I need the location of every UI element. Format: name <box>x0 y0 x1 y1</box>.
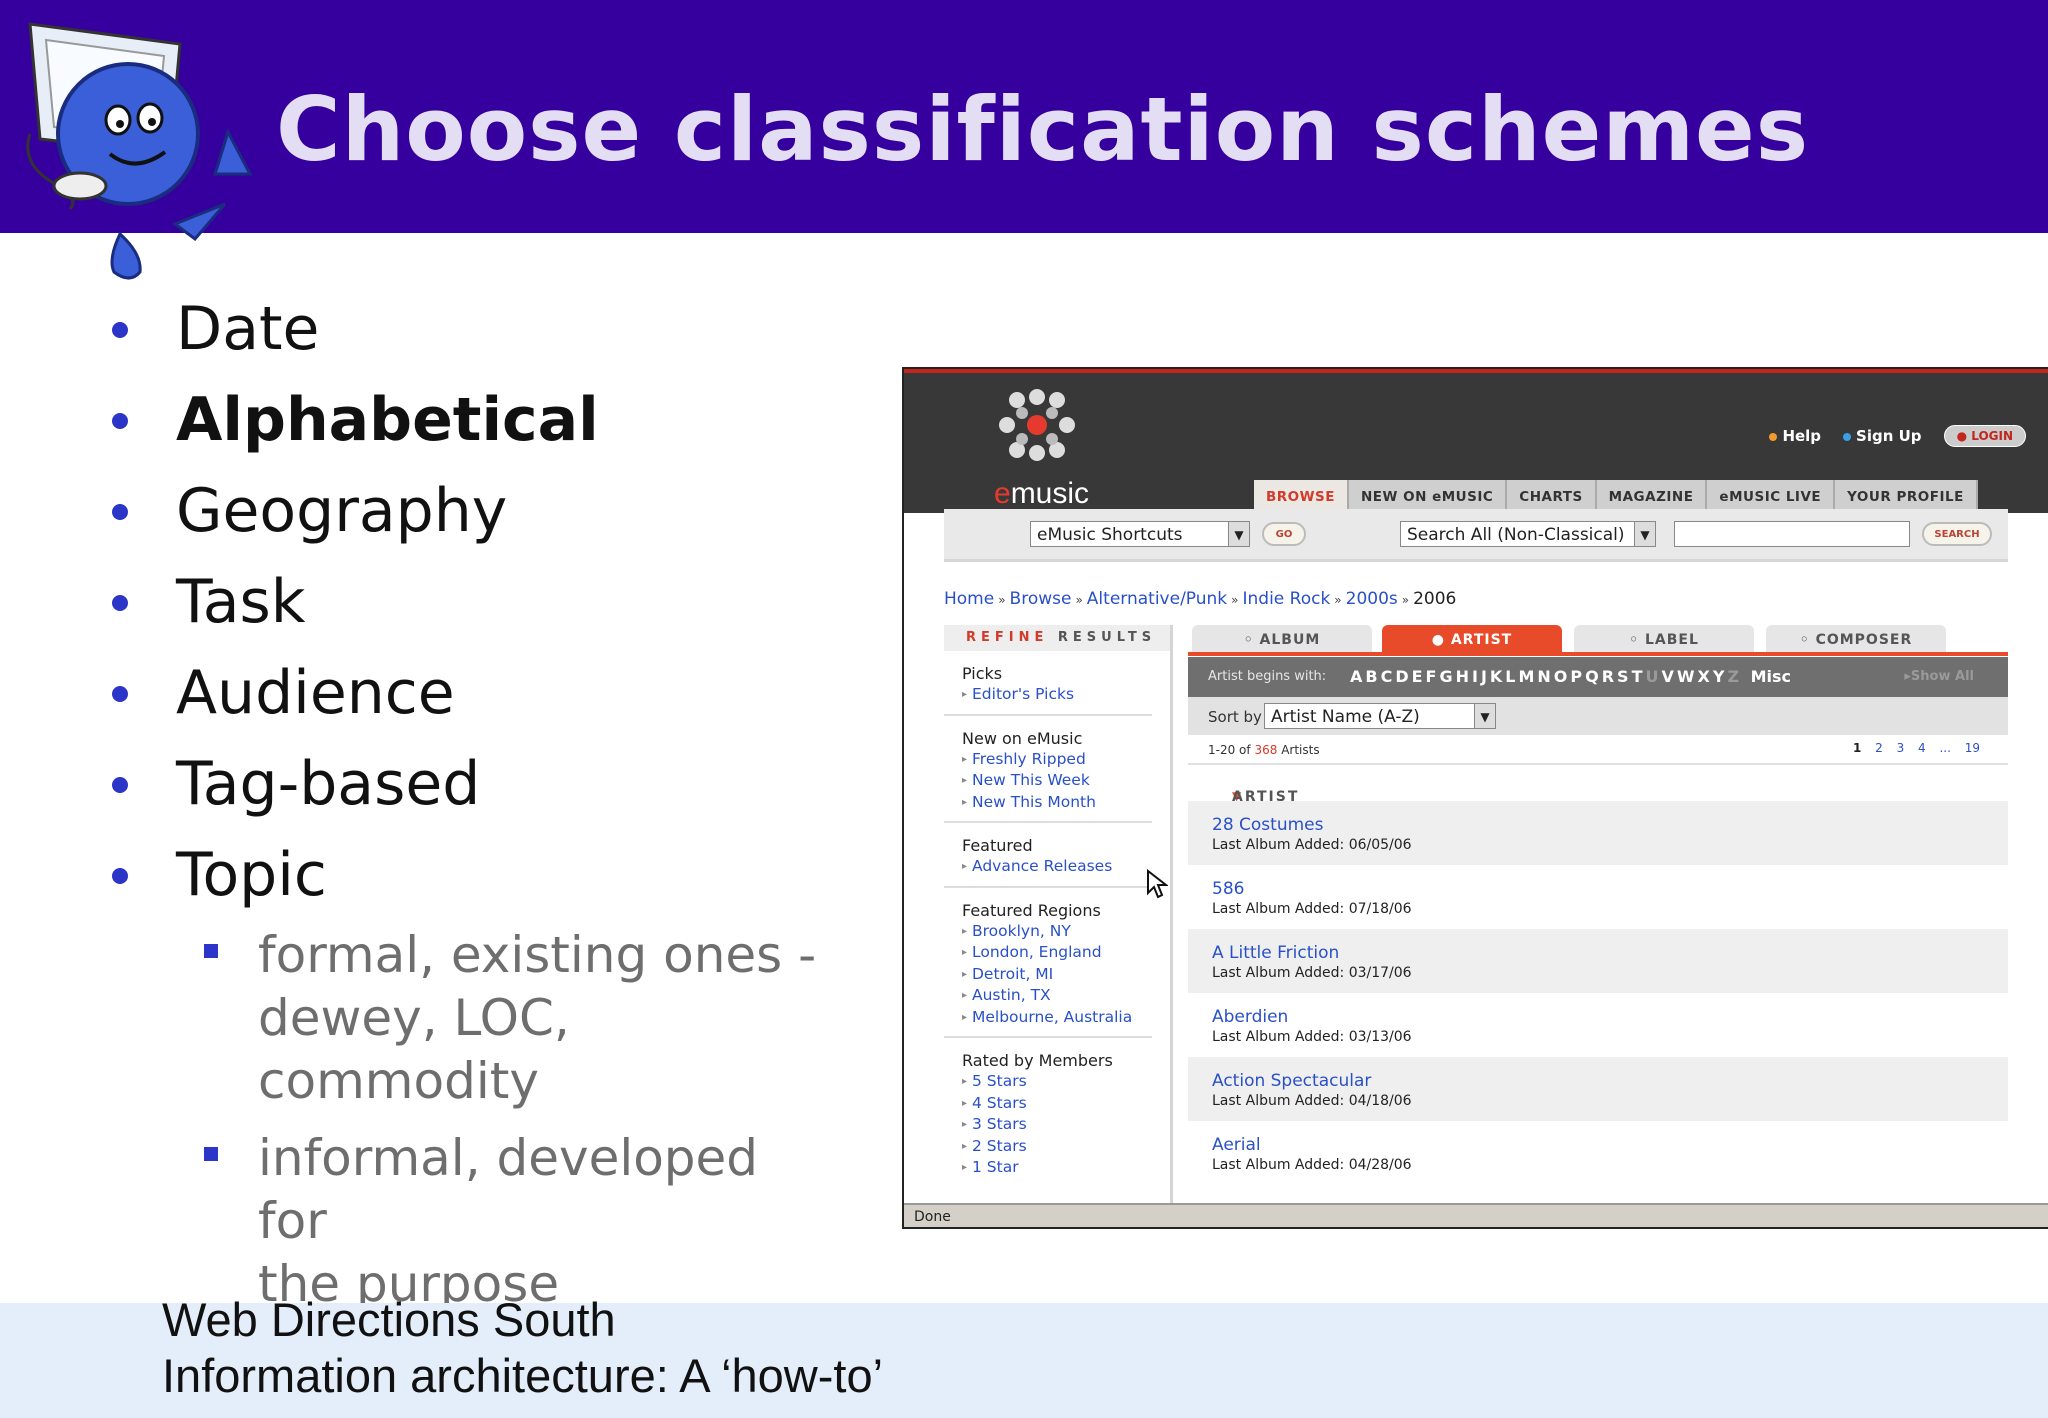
login-button[interactable]: ● LOGIN <box>1943 425 2026 447</box>
breadcrumb-current: 2006 <box>1413 589 1457 609</box>
results-panel: ◦ ALBUM ● ARTIST ◦ LABEL ◦ COMPOSER Arti… <box>1188 625 2008 1227</box>
sidebar-link[interactable]: Advance Releases <box>962 856 1152 878</box>
sidebar-link[interactable]: New This Month <box>962 792 1152 814</box>
artist-link[interactable]: 28 Costumes <box>1212 815 1323 835</box>
bullet-dot-icon <box>112 777 128 793</box>
tab-composer[interactable]: ◦ COMPOSER <box>1766 625 1946 653</box>
square-bullet-icon <box>204 1147 218 1161</box>
sidebar-group-featured: Featured Advance Releases <box>944 823 1152 888</box>
artist-link[interactable]: 586 <box>1212 879 1244 899</box>
artist-link[interactable]: Aberdien <box>1212 1007 1288 1027</box>
footer-line-1: Web Directions South <box>162 1293 616 1346</box>
emusic-screenshot: emusic Help Sign Up ● LOGIN BROWSE NEW O… <box>902 367 2048 1229</box>
bullet-text: Geography <box>176 476 508 546</box>
refine-sidebar: REFINE RESULTS Picks Editor's Picks New … <box>944 625 1173 1227</box>
artist-row: Aberdien Last Album Added: 03/13/06 <box>1212 1007 1412 1045</box>
orange-dot-icon <box>1769 433 1778 441</box>
bullet-text: Date <box>176 294 320 364</box>
breadcrumb-decade[interactable]: 2000s <box>1346 589 1398 609</box>
breadcrumb-home[interactable]: Home <box>944 589 994 609</box>
chevron-down-icon: ▼ <box>1474 704 1495 728</box>
sidebar-group-picks: Picks Editor's Picks <box>944 651 1152 716</box>
footer-line-2: Information architecture: A ‘how-to’ <box>162 1349 884 1402</box>
artist-letter-filter: Artist begins with: ABCDEFGHIJKLMNOPQRST… <box>1188 657 2008 697</box>
sub-bullet-line: dewey, LOC, <box>258 989 570 1047</box>
bullet-text: Topic <box>176 840 327 910</box>
sidebar-link[interactable]: 1 Star <box>962 1157 1152 1179</box>
sidebar-link[interactable]: Freshly Ripped <box>962 749 1152 771</box>
sidebar-link[interactable]: 2 Stars <box>962 1136 1152 1158</box>
show-all-link[interactable]: ▸Show All <box>1904 657 1974 697</box>
bullet-text: Audience <box>176 658 455 728</box>
go-button[interactable]: GO <box>1262 522 1306 546</box>
search-scope-select[interactable]: Search All (Non-Classical) ▼ <box>1400 521 1656 547</box>
breadcrumb-genre[interactable]: Alternative/Punk <box>1087 589 1227 609</box>
slide-title: Choose classification schemes <box>276 78 1810 181</box>
signup-link[interactable]: Sign Up <box>1843 427 1922 445</box>
help-link[interactable]: Help <box>1769 427 1821 445</box>
computer-mascot-icon <box>26 22 253 280</box>
tab-artist[interactable]: ● ARTIST <box>1382 625 1562 653</box>
breadcrumb: Home» Browse» Alternative/Punk» Indie Rock»… <box>944 589 1457 609</box>
blue-dot-icon <box>1843 433 1852 441</box>
artist-row: 586 Last Album Added: 07/18/06 <box>1212 879 1412 917</box>
sidebar-link[interactable]: New This Week <box>962 770 1152 792</box>
artist-row: 28 Costumes Last Album Added: 06/05/06 <box>1188 801 2008 865</box>
search-button[interactable]: SEARCH <box>1922 522 1992 546</box>
sidebar-link[interactable]: 4 Stars <box>962 1093 1152 1115</box>
artist-column-header[interactable]: ▼ ARTIST <box>1188 763 2008 805</box>
sub-bullet-line: formal, existing ones - <box>258 926 817 984</box>
chevron-down-icon: ▼ <box>1634 522 1655 546</box>
tab-album[interactable]: ◦ ALBUM <box>1192 625 1372 653</box>
square-bullet-icon <box>204 944 218 958</box>
site-logo-text[interactable]: emusic <box>994 477 1089 511</box>
sidebar-group-rated: Rated by Members 5 Stars 4 Stars 3 Stars… <box>944 1038 1152 1187</box>
bullet-dot-icon <box>112 504 128 520</box>
sort-bar: Sort by Artist Name (A-Z) ▼ <box>1188 697 2008 735</box>
site-header: emusic Help Sign Up ● LOGIN BROWSE NEW O… <box>904 369 2048 514</box>
bullet-dot-icon <box>112 686 128 702</box>
sidebar-link[interactable]: Austin, TX <box>962 985 1152 1007</box>
artist-link[interactable]: A Little Friction <box>1212 943 1339 963</box>
result-count-row: 1-20 of 368 Artists 1 2 3 4 ... 19 <box>1208 741 1980 757</box>
mouse-cursor-icon <box>1147 869 1168 899</box>
artist-row: A Little Friction Last Album Added: 03/17… <box>1188 929 2008 993</box>
sidebar-link[interactable]: Detroit, MI <box>962 964 1152 986</box>
sub-bullet-line: commodity <box>258 1052 539 1110</box>
search-input[interactable] <box>1674 521 1910 547</box>
sidebar-group-new: New on eMusic Freshly Ripped New This We… <box>944 716 1152 823</box>
artist-row: Aerial Last Album Added: 04/28/06 <box>1212 1135 1412 1173</box>
sort-select[interactable]: Artist Name (A-Z) ▼ <box>1264 703 1496 729</box>
sidebar-link[interactable]: Brooklyn, NY <box>962 921 1152 943</box>
search-bar: eMusic Shortcuts ▼ GO Search All (Non-Cla… <box>944 509 2008 562</box>
sub-bullet-line: informal, developed for <box>258 1129 759 1250</box>
sidebar-group-regions: Featured Regions Brooklyn, NY London, En… <box>944 888 1152 1038</box>
bullet-text: Tag-based <box>176 749 481 819</box>
bullet-dot-icon <box>112 322 128 338</box>
breadcrumb-browse[interactable]: Browse <box>1010 589 1072 609</box>
artist-list: 28 Costumes Last Album Added: 06/05/06 58… <box>1188 801 2008 1185</box>
refine-header: REFINE RESULTS <box>944 625 1170 651</box>
sidebar-link[interactable]: Editor's Picks <box>962 684 1152 706</box>
sidebar-link[interactable]: London, England <box>962 942 1152 964</box>
bullet-text: Alphabetical <box>176 385 599 455</box>
artist-row: Action Spectacular Last Album Added: 04/1… <box>1188 1057 2008 1121</box>
bullet-dot-icon <box>112 595 128 611</box>
emusic-logo-icon <box>999 389 1075 461</box>
sidebar-link[interactable]: 3 Stars <box>962 1114 1152 1136</box>
bullet-dot-icon <box>112 413 128 429</box>
tab-label[interactable]: ◦ LABEL <box>1574 625 1754 653</box>
breadcrumb-subgenre[interactable]: Indie Rock <box>1242 589 1330 609</box>
letter-links[interactable]: ABCDEFGHIJKLMNOPQRSTUVWXYZ Misc <box>1350 657 1791 697</box>
shortcuts-select[interactable]: eMusic Shortcuts ▼ <box>1030 521 1250 547</box>
chevron-down-icon: ▼ <box>1228 522 1249 546</box>
artist-link[interactable]: Action Spectacular <box>1212 1071 1371 1091</box>
bullet-dot-icon <box>112 868 128 884</box>
browser-status-bar: Done <box>904 1203 2048 1227</box>
sidebar-link[interactable]: 5 Stars <box>962 1071 1152 1093</box>
artist-link[interactable]: Aerial <box>1212 1135 1261 1155</box>
pagination[interactable]: 1 2 3 4 ... 19 <box>1853 741 1980 755</box>
bullet-text: Task <box>176 567 306 637</box>
sidebar-link[interactable]: Melbourne, Australia <box>962 1007 1152 1029</box>
